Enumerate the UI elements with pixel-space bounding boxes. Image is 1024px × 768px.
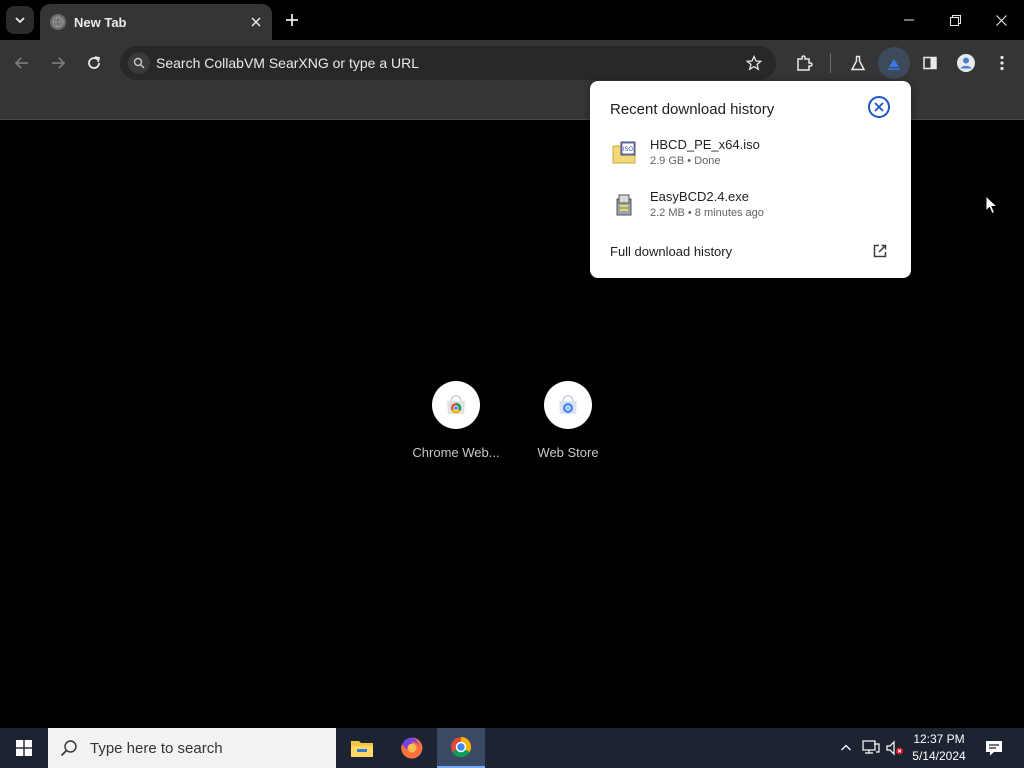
web-store-icon [559, 395, 577, 414]
clock-date: 5/14/2024 [912, 749, 966, 763]
search-icon [58, 737, 80, 759]
download-item-info: HBCD_PE_x64.iso 2.9 GB • Done [650, 137, 760, 167]
mouse-cursor-icon [985, 195, 999, 215]
taskbar-file-explorer[interactable] [338, 728, 386, 768]
taskbar: Type here to search 12:37 PM 5/14/2024 [0, 728, 1024, 768]
kebab-menu-icon [1000, 55, 1004, 71]
shortcut-label: Web Store [537, 445, 599, 460]
avatar-icon [957, 54, 975, 72]
tab-strip: New Tab [0, 0, 1024, 40]
taskbar-chrome[interactable] [437, 728, 485, 768]
popup-title: Recent download history [610, 101, 775, 118]
arrow-left-icon [14, 57, 28, 69]
volume-muted-icon[interactable] [885, 738, 905, 758]
shortcut-chrome-web-store[interactable]: Chrome Web... [408, 381, 504, 460]
close-window-button[interactable] [978, 0, 1024, 40]
taskbar-search-box[interactable]: Type here to search [48, 728, 336, 768]
address-bar-placeholder: Search CollabVM SearXNG or type a URL [156, 55, 419, 71]
plus-icon [286, 14, 298, 26]
download-item[interactable]: EasyBCD2.4.exe 2.2 MB • 8 minutes ago [610, 189, 890, 229]
full-download-history-link[interactable]: Full download history [610, 244, 732, 259]
firefox-icon [401, 737, 423, 759]
minimize-button[interactable] [886, 0, 932, 40]
tab-new-tab[interactable]: New Tab [40, 4, 272, 40]
toolbar-divider [830, 53, 831, 73]
bookmark-star-button[interactable] [740, 49, 768, 77]
windows-logo-icon [16, 740, 32, 756]
minimize-icon [904, 19, 914, 21]
download-file-name: EasyBCD2.4.exe [650, 189, 749, 204]
system-clock[interactable]: 12:37 PM 5/14/2024 [906, 731, 972, 765]
profile-button[interactable] [950, 47, 982, 79]
labs-button[interactable] [842, 47, 874, 79]
close-icon [874, 102, 884, 112]
restore-button[interactable] [932, 0, 978, 40]
shortcut-icon-circle [544, 381, 592, 429]
arrow-right-icon [52, 57, 66, 69]
shortcut-label: Chrome Web... [412, 445, 500, 460]
new-tab-button[interactable] [280, 8, 304, 32]
reload-icon [88, 56, 101, 69]
shortcut-web-store[interactable]: Web Store [520, 381, 616, 460]
forward-button[interactable] [42, 47, 74, 79]
tab-close-button[interactable] [246, 12, 266, 32]
tab-search-button[interactable] [6, 6, 34, 34]
reload-button[interactable] [78, 47, 110, 79]
chevron-down-icon [15, 17, 25, 24]
toolbar: Search CollabVM SearXNG or type a URL [0, 40, 1024, 86]
chevron-up-icon [841, 744, 851, 751]
download-file-name: HBCD_PE_x64.iso [650, 137, 760, 152]
star-icon [746, 55, 762, 71]
shortcut-icon-circle [432, 381, 480, 429]
close-icon [995, 14, 1007, 26]
chrome-web-store-icon [447, 395, 465, 414]
download-item[interactable]: ISO HBCD_PE_x64.iso 2.9 GB • Done [610, 137, 890, 177]
flask-icon [850, 55, 866, 71]
file-explorer-icon [351, 741, 373, 757]
notification-icon [986, 741, 1002, 756]
chrome-icon [451, 736, 472, 758]
taskbar-search-placeholder: Type here to search [90, 739, 223, 757]
start-button[interactable] [0, 728, 48, 768]
show-hidden-icons-button[interactable] [836, 738, 856, 758]
clock-time: 12:37 PM [913, 732, 965, 746]
side-panel-icon [923, 56, 937, 70]
menu-button[interactable] [986, 47, 1018, 79]
restore-icon [949, 14, 961, 26]
action-center-button[interactable] [978, 728, 1010, 768]
downloads-button[interactable] [878, 47, 910, 79]
side-panel-button[interactable] [914, 47, 946, 79]
close-icon [251, 17, 261, 27]
search-engine-icon[interactable] [128, 52, 150, 74]
open-in-new-icon[interactable] [870, 241, 890, 261]
popup-close-button[interactable] [868, 96, 890, 118]
tab-title: New Tab [74, 14, 127, 30]
iso-label: ISO [623, 146, 634, 153]
installer-file-icon [610, 191, 638, 219]
extensions-button[interactable] [788, 47, 820, 79]
download-file-meta: 2.9 GB • Done [650, 155, 721, 167]
address-bar[interactable]: Search CollabVM SearXNG or type a URL [120, 46, 776, 80]
download-item-info: EasyBCD2.4.exe 2.2 MB • 8 minutes ago [650, 189, 764, 219]
iso-file-icon: ISO [610, 139, 638, 167]
network-icon[interactable] [861, 738, 881, 758]
download-icon [888, 59, 900, 70]
globe-icon [50, 14, 66, 30]
taskbar-firefox[interactable] [388, 728, 436, 768]
puzzle-icon [797, 55, 813, 71]
download-history-popup: Recent download history ISO HBCD_PE_x64.… [590, 81, 911, 278]
screen: New Tab Search CollabVM SearXNG or type … [0, 0, 1024, 768]
back-button[interactable] [6, 47, 38, 79]
download-file-meta: 2.2 MB • 8 minutes ago [650, 207, 764, 219]
